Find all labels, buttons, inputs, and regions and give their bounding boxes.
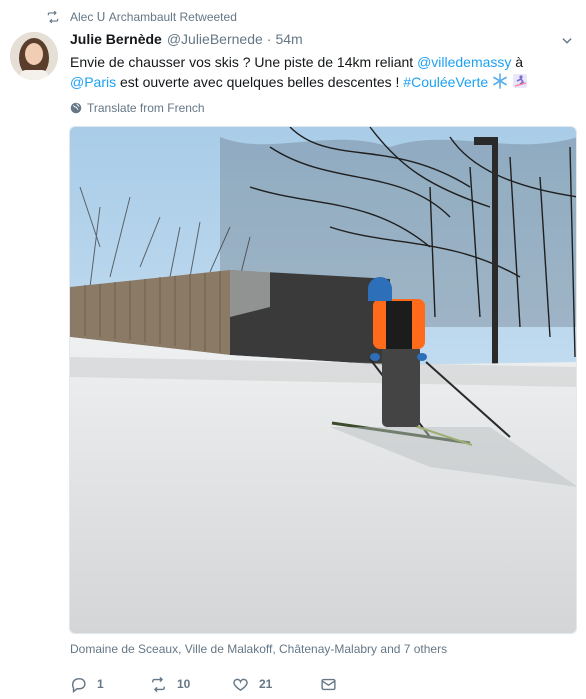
direct-message-button[interactable] bbox=[320, 676, 347, 693]
separator: · bbox=[266, 31, 272, 47]
retweet-icon bbox=[152, 676, 165, 692]
tweet-photo[interactable] bbox=[69, 126, 577, 634]
hashtag-link[interactable]: #CouléeVerte bbox=[403, 74, 488, 90]
skier-emoji bbox=[512, 73, 528, 94]
snowflake-emoji bbox=[492, 73, 508, 94]
retweet-context-text[interactable]: Alec ᑌ Archambault Retweeted bbox=[70, 10, 237, 24]
like-button[interactable]: 21 bbox=[232, 676, 320, 693]
avatar[interactable] bbox=[10, 32, 58, 80]
tweet-header: Julie Bernède @JulieBernede · 54m bbox=[70, 31, 546, 51]
mention-villedemassy[interactable]: @villedemassy bbox=[417, 54, 511, 70]
retweet-button[interactable]: 10 bbox=[150, 676, 232, 693]
location-tags[interactable]: Domaine de Sceaux, Ville de Malakoff, Ch… bbox=[70, 642, 447, 656]
tweet-text-part: Envie de chausser vos skis ? Une piste d… bbox=[70, 54, 418, 70]
author-name[interactable]: Julie Bernède bbox=[70, 31, 162, 47]
tweet-text-part: à bbox=[511, 54, 524, 70]
globe-icon bbox=[70, 102, 82, 114]
translate-link[interactable]: Translate from French bbox=[70, 100, 205, 116]
author-handle[interactable]: @JulieBernede bbox=[167, 31, 263, 47]
reply-button[interactable]: 1 bbox=[70, 676, 150, 693]
retweet-count: 10 bbox=[177, 677, 191, 691]
heart-icon bbox=[233, 678, 248, 691]
timestamp[interactable]: 54m bbox=[275, 31, 302, 47]
tweet-text-part: est ouverte avec quelques belles descent… bbox=[116, 74, 404, 90]
translate-label[interactable]: Translate from French bbox=[87, 101, 205, 115]
retweet-icon bbox=[47, 10, 59, 24]
mention-paris[interactable]: @Paris bbox=[70, 74, 116, 90]
reply-icon bbox=[71, 677, 86, 693]
tweet-text: Envie de chausser vos skis ? Une piste d… bbox=[70, 52, 570, 94]
envelope-icon bbox=[321, 678, 336, 690]
reply-count: 1 bbox=[97, 677, 104, 691]
like-count: 21 bbox=[259, 677, 273, 691]
tweet-actions: 1 10 21 bbox=[70, 672, 347, 696]
retweet-context: Alec ᑌ Archambault Retweeted bbox=[46, 8, 237, 26]
chevron-down-icon[interactable] bbox=[560, 34, 574, 48]
